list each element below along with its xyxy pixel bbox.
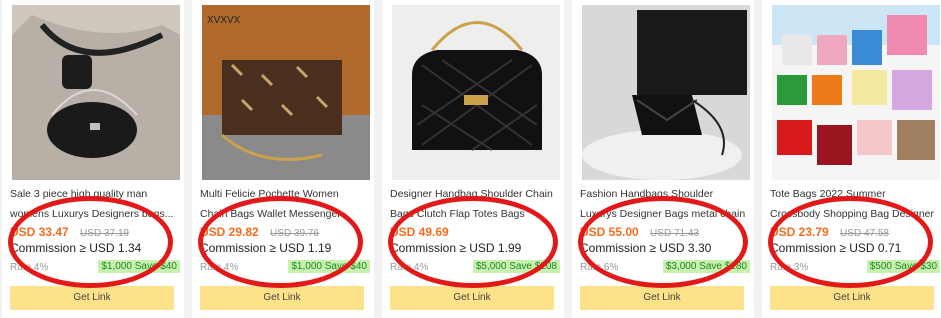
original-price: USD 37.19 [80, 228, 129, 239]
original-price: USD 71.43 [650, 228, 699, 239]
product-price: USD 33.47 [10, 225, 69, 239]
get-link-button[interactable]: Get Link [10, 286, 174, 310]
product-price: USD 49.69 [390, 225, 449, 239]
product-price: USD 29.82 [200, 225, 259, 239]
product-image[interactable]: XVXVX [202, 5, 370, 180]
product-card[interactable]: Sale 3 piece high quality man womens Lux… [2, 0, 184, 318]
get-link-button[interactable]: Get Link [770, 286, 934, 310]
svg-text:XVXVX: XVXVX [207, 15, 241, 26]
price-row: USD 33.47 USD 37.19 [10, 225, 129, 239]
product-price: USD 55.00 [580, 225, 639, 239]
product-card[interactable]: Fashion Handbags Shoulder Luxurys Design… [572, 0, 754, 318]
get-link-button[interactable]: Get Link [580, 286, 744, 310]
commission-text: Commission ≥ USD 1.99 [390, 241, 522, 255]
commission-rate: Rate 4% [390, 262, 429, 273]
price-row: USD 29.82 USD 39.76 [200, 225, 319, 239]
commission-text: Commission ≥ USD 0.71 [770, 241, 902, 255]
commission-rate: Rate 4% [200, 262, 239, 273]
product-image[interactable] [772, 5, 940, 180]
product-image[interactable] [392, 5, 560, 180]
price-row: USD 55.00 USD 71.43 [580, 225, 699, 239]
commission-text: Commission ≥ USD 1.19 [200, 241, 332, 255]
save-badge: $5,000 Save $208 [472, 260, 560, 273]
product-image[interactable] [582, 5, 750, 180]
product-title[interactable]: Multi Felicie Pochette Women Chain Bags … [200, 184, 366, 224]
save-badge: $500 Save $30 [866, 260, 940, 273]
save-badge: $1,000 Save $40 [98, 260, 180, 273]
product-card[interactable]: Designer Handbag Shoulder Chain Bags Clu… [382, 0, 564, 318]
get-link-button[interactable]: Get Link [200, 286, 364, 310]
price-row: USD 49.69 [390, 225, 449, 239]
product-card[interactable]: Tote Bags 2022 Summer Crossbody Shopping… [762, 0, 941, 318]
commission-text: Commission ≥ USD 1.34 [10, 241, 142, 255]
product-grid: Sale 3 piece high quality man womens Lux… [0, 0, 941, 318]
commission-rate: Rate 3% [770, 262, 809, 273]
product-title[interactable]: Fashion Handbags Shoulder Luxurys Design… [580, 184, 746, 224]
product-title[interactable]: Designer Handbag Shoulder Chain Bags Clu… [390, 184, 556, 224]
product-image[interactable] [12, 5, 180, 180]
original-price: USD 47.58 [840, 228, 889, 239]
commission-rate: Rate 4% [10, 262, 49, 273]
product-title[interactable]: Tote Bags 2022 Summer Crossbody Shopping… [770, 184, 936, 224]
product-title[interactable]: Sale 3 piece high quality man womens Lux… [10, 184, 176, 224]
save-badge: $1,000 Save $40 [288, 260, 370, 273]
product-price: USD 23.79 [770, 225, 829, 239]
save-badge: $3,000 Save $180 [662, 260, 750, 273]
product-card[interactable]: XVXVX Multi Felicie Pochette Women Chain… [192, 0, 374, 318]
commission-rate: Rate 6% [580, 262, 619, 273]
commission-text: Commission ≥ USD 3.30 [580, 241, 712, 255]
get-link-button[interactable]: Get Link [390, 286, 554, 310]
price-row: USD 23.79 USD 47.58 [770, 225, 889, 239]
original-price: USD 39.76 [270, 228, 319, 239]
